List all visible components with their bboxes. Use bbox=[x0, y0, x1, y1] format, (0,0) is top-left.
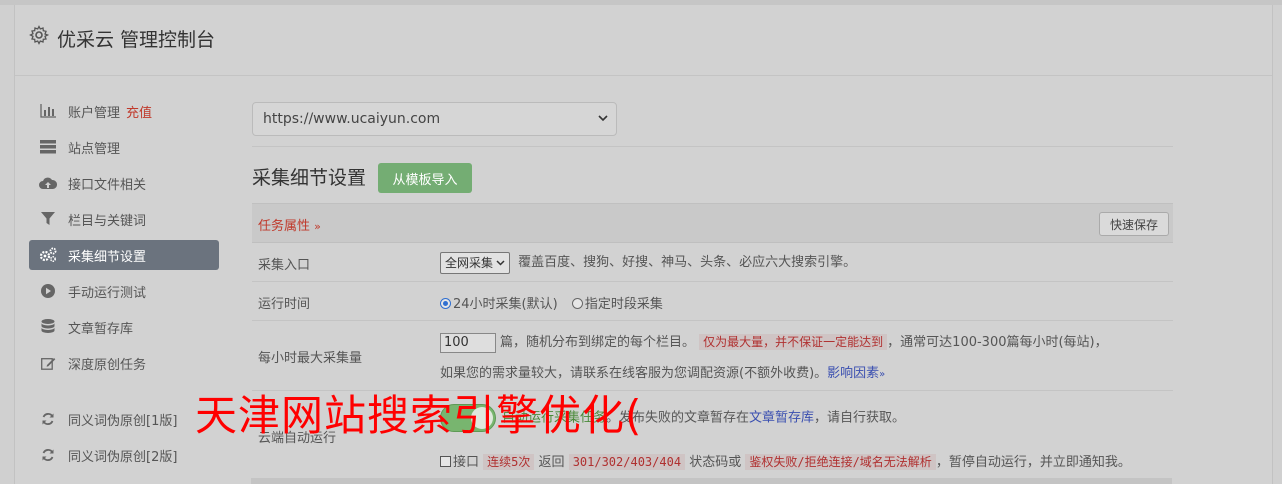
radio-scheduled-label[interactable]: 指定时段采集 bbox=[585, 297, 663, 312]
sidebar-item-collect-settings[interactable]: 采集细节设置 bbox=[29, 240, 219, 270]
page-header: 优采云 管理控制台 bbox=[15, 5, 1272, 76]
refresh-icon bbox=[39, 411, 57, 427]
edit-icon bbox=[39, 355, 57, 371]
sidebar-item-label: 接口文件相关 bbox=[68, 177, 147, 193]
collect-entry-desc: 覆盖百度、搜狗、好搜、神马、头条、必应六大搜索引擎。 bbox=[518, 255, 857, 270]
sidebar-item-label: 手动运行测试 bbox=[68, 285, 147, 301]
row-max-per-hour: 每小时最大采集量 100 篇，随机分布到绑定的每个栏目。 仅为最大量，并不保证一定… bbox=[252, 321, 1173, 391]
sidebar-item-article-store[interactable]: 文章暂存库 bbox=[29, 312, 219, 342]
row-collect-entry: 采集入口 全网采集 覆盖百度、搜狗、好搜、神马、头条、必应六大搜索引擎。 bbox=[252, 243, 1173, 282]
database-icon bbox=[39, 319, 57, 335]
import-template-button[interactable]: 从模板导入 bbox=[378, 163, 472, 193]
factors-link[interactable]: 影响因素» bbox=[827, 366, 885, 381]
sidebar-item-label: 文章暂存库 bbox=[68, 321, 134, 337]
sidebar-item-deep-original[interactable]: 深度原创任务 bbox=[29, 348, 219, 378]
recharge-link[interactable]: 充值 bbox=[126, 102, 152, 121]
page-title: 优采云 管理控制台 bbox=[57, 29, 216, 51]
row-label: 采集入口 bbox=[258, 258, 311, 273]
sidebar-item-label: 站点管理 bbox=[68, 141, 121, 157]
sidebar-item-label: 同义词伪原创[1版] bbox=[68, 413, 178, 429]
sidebar-item-sites[interactable]: 站点管理 bbox=[29, 132, 219, 162]
radio-24h[interactable] bbox=[440, 298, 451, 309]
sidebar-item-label: 采集细节设置 bbox=[68, 249, 147, 265]
sidebar-item-synonym-v2[interactable]: 同义词伪原创[2版] bbox=[29, 440, 219, 470]
site-select[interactable]: https://www.ucaiyun.com bbox=[252, 102, 617, 136]
max-per-hour-input[interactable]: 100 bbox=[440, 332, 496, 353]
bar-chart-icon bbox=[39, 103, 57, 119]
task-attributes-toggle[interactable]: 任务属性 » bbox=[258, 215, 321, 234]
gear-icon bbox=[29, 25, 49, 45]
chevron-double-down-icon: » bbox=[314, 220, 321, 233]
gears-icon bbox=[39, 247, 57, 263]
sidebar: 账户管理 充值 站点管理 接口文件相关 栏目与关键词 采集细节设置 手动运行测试… bbox=[29, 96, 219, 476]
quick-save-button[interactable]: 快速保存 bbox=[1099, 212, 1169, 236]
sidebar-item-account[interactable]: 账户管理 充值 bbox=[29, 96, 219, 126]
table-header: 任务属性 » 快速保存 bbox=[252, 204, 1173, 243]
sidebar-item-synonym-v1[interactable]: 同义词伪原创[1版] bbox=[29, 404, 219, 434]
sidebar-item-label: 账户管理 bbox=[68, 105, 121, 121]
row-label: 运行时间 bbox=[258, 297, 311, 312]
filter-icon bbox=[39, 211, 57, 227]
row-label: 每小时最大采集量 bbox=[258, 351, 363, 366]
chevron-down-icon bbox=[598, 115, 608, 122]
sidebar-item-label: 栏目与关键词 bbox=[68, 213, 147, 229]
sidebar-item-label: 深度原创任务 bbox=[68, 357, 147, 373]
collect-entry-select[interactable]: 全网采集 bbox=[440, 251, 511, 274]
pause-notify-checkbox[interactable] bbox=[440, 456, 451, 467]
row-runtime: 运行时间 24小时采集(默认) 指定时段采集 bbox=[252, 282, 1173, 321]
sidebar-item-interface[interactable]: 接口文件相关 bbox=[29, 168, 219, 198]
radio-24h-label[interactable]: 24小时采集(默认) bbox=[453, 297, 558, 312]
sidebar-item-label: 同义词伪原创[2版] bbox=[68, 449, 178, 465]
cloud-upload-icon bbox=[39, 175, 57, 191]
sidebar-item-manual-test[interactable]: 手动运行测试 bbox=[29, 276, 219, 306]
article-store-link[interactable]: 文章暂存库 bbox=[749, 411, 814, 426]
server-icon bbox=[39, 139, 57, 155]
overlay-watermark-text: 天津网站搜索引擎优化( bbox=[195, 391, 643, 440]
site-select-value: https://www.ucaiyun.com bbox=[263, 111, 441, 127]
chevron-down-icon bbox=[496, 259, 505, 266]
refresh-icon bbox=[39, 447, 57, 463]
max-warning: 仅为最大量，并不保证一定能达到 bbox=[699, 334, 888, 350]
sidebar-item-columns[interactable]: 栏目与关键词 bbox=[29, 204, 219, 234]
radio-scheduled[interactable] bbox=[571, 298, 583, 309]
section-title: 采集细节设置 bbox=[252, 167, 367, 189]
play-circle-icon bbox=[39, 283, 57, 299]
chevron-double-down-icon: » bbox=[879, 369, 886, 380]
